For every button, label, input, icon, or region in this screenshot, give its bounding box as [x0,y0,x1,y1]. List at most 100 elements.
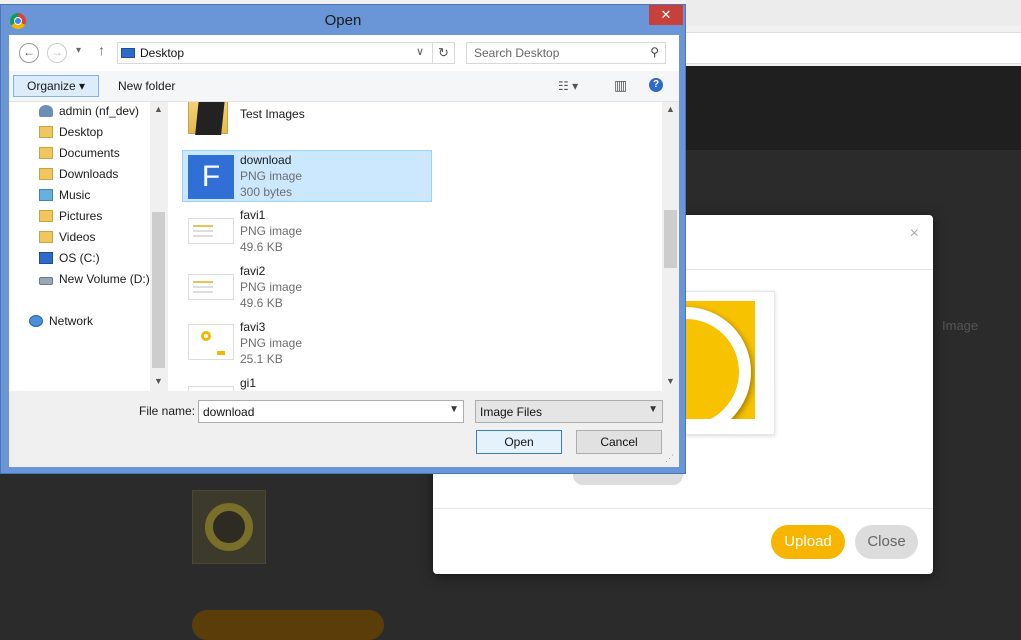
resize-grip-icon[interactable]: ⋰ [665,453,674,464]
back-icon[interactable]: ← [19,43,39,63]
refresh-icon[interactable]: ↻ [438,45,449,61]
modal-close-icon[interactable]: × [910,225,919,243]
file-name: favi3 [240,320,266,334]
scroll-down-icon[interactable]: ▼ [150,376,167,386]
upload-button[interactable]: Upload [771,525,845,559]
sidebar-item-music[interactable]: Music [39,188,90,206]
folder-icon [39,231,53,243]
navigation-pane-scrollbar[interactable]: ▲ ▼ [150,102,167,391]
network-icon [29,315,43,327]
list-item-test-images[interactable]: Test Images [183,102,431,148]
file-name: favi1 [240,208,266,222]
list-item-favi3[interactable]: favi3 PNG image 25.1 KB [183,318,431,370]
up-icon[interactable]: ↑ [98,42,105,58]
file-name: favi2 [240,264,266,278]
sidebar-item-label: Music [59,188,91,202]
file-name-label: File name: [139,404,196,418]
sidebar-item-os-c[interactable]: OS (C:) [39,251,100,269]
list-item-download[interactable]: F download PNG image 300 bytes [182,150,432,202]
sidebar-item-label: Videos [59,230,96,244]
preview-pane-icon[interactable]: ▥ [614,77,627,94]
recent-locations-icon[interactable]: ▾ [76,45,81,56]
navigation-pane: admin (nf_dev) Desktop Documents Downloa… [9,102,167,391]
file-size: 25.1 KB [240,352,283,366]
file-size: 49.6 KB [240,240,283,254]
sidebar-item-label: OS (C:) [59,251,100,265]
scrollbar-thumb[interactable] [664,210,677,268]
folder-icon [39,210,53,222]
file-type: PNG image [240,280,303,294]
sidebar-item-videos[interactable]: Videos [39,230,95,248]
view-options-icon[interactable]: ☷ ▾ [558,79,578,93]
modal-footer-divider [433,508,933,509]
new-folder-button[interactable]: New folder [118,79,175,93]
search-input[interactable]: Search Desktop ⚲ [466,42,666,64]
list-item-gi1[interactable]: gi1 PNG image [183,374,431,391]
close-button[interactable]: Close [855,525,918,559]
sidebar-item-admin[interactable]: admin (nf_dev) [39,104,139,122]
file-size: 300 bytes [240,185,293,199]
file-list-scrollbar[interactable]: ▲ ▼ [662,102,679,391]
file-name-value: download [203,405,255,419]
file-name: gi1 [240,376,257,390]
scroll-up-icon[interactable]: ▲ [662,104,679,114]
user-icon [39,105,53,117]
folder-icon [39,126,53,138]
scroll-up-icon[interactable]: ▲ [150,104,167,114]
background-thumbnail [192,490,266,564]
file-size: 49.6 KB [240,296,283,310]
file-type: PNG image [240,169,303,183]
address-bar[interactable]: Desktop ∨ ↻ [117,42,455,64]
command-bar: Organize ▾ New folder ☷ ▾ ▥ ? [9,71,679,102]
sidebar-item-pictures[interactable]: Pictures [39,209,102,227]
file-thumbnail [188,274,234,300]
file-type-value: Image Files [480,405,543,419]
chevron-down-icon[interactable]: ▼ [449,404,459,415]
folder-icon [39,147,53,159]
chevron-down-icon[interactable]: ∨ [416,45,424,58]
sidebar-item-desktop[interactable]: Desktop [39,125,103,143]
cancel-button[interactable]: Cancel [576,430,662,454]
scrollbar-thumb[interactable] [152,212,165,368]
help-icon[interactable]: ? [649,78,663,92]
scroll-down-icon[interactable]: ▼ [662,376,679,386]
list-item-favi2[interactable]: favi2 PNG image 49.6 KB [183,262,431,314]
file-thumbnail [188,218,234,244]
file-type: PNG image [240,224,303,238]
sidebar-item-label: Pictures [59,209,103,223]
search-placeholder: Search Desktop [474,46,560,60]
dialog-footer: File name: download ▼ Image Files ▼ Open… [9,391,679,467]
address-text: Desktop [140,46,185,60]
list-item-favi1[interactable]: favi1 PNG image 49.6 KB [183,206,431,258]
file-type-select[interactable]: Image Files ▼ [475,400,663,423]
image-preview [681,301,755,419]
sidebar-item-label: Documents [59,146,120,160]
organize-button[interactable]: Organize ▾ [13,75,99,97]
sidebar-item-new-volume-d[interactable]: New Volume (D:) [39,272,150,290]
open-button[interactable]: Open [476,430,562,454]
sidebar-item-downloads[interactable]: Downloads [39,167,118,185]
navigation-bar: ← → ▾ ↑ Desktop ∨ ↻ Search Desktop ⚲ [9,35,679,71]
forward-icon[interactable]: → [47,43,67,63]
drive-icon [39,277,53,285]
sidebar-item-label: admin (nf_dev) [59,104,140,118]
dialog-title: Open [324,12,362,29]
sidebar-item-label: Network [49,314,94,328]
file-thumbnail [188,324,234,360]
search-icon[interactable]: ⚲ [650,45,659,59]
sidebar-item-documents[interactable]: Documents [39,146,120,164]
file-name-field[interactable]: download ▼ [198,400,464,423]
browser-address-strip [686,32,1021,64]
background-image-label: Image [942,318,979,333]
windows-drive-icon [39,252,53,264]
open-file-dialog: Open ✕ ← → ▾ ↑ Desktop ∨ ↻ Search Deskto… [0,4,686,474]
folder-icon [39,168,53,180]
dialog-body: ← → ▾ ↑ Desktop ∨ ↻ Search Desktop ⚲ Org… [9,35,679,467]
sidebar-item-network[interactable]: Network [29,314,93,332]
dialog-titlebar[interactable]: Open ✕ [1,5,685,35]
chevron-down-icon[interactable]: ▼ [648,404,658,415]
browser-tab-strip [686,0,1021,26]
file-list: Test Images F download PNG image 300 byt… [168,102,679,391]
sidebar-item-label: Downloads [59,167,119,181]
dialog-close-button[interactable]: ✕ [649,5,683,25]
